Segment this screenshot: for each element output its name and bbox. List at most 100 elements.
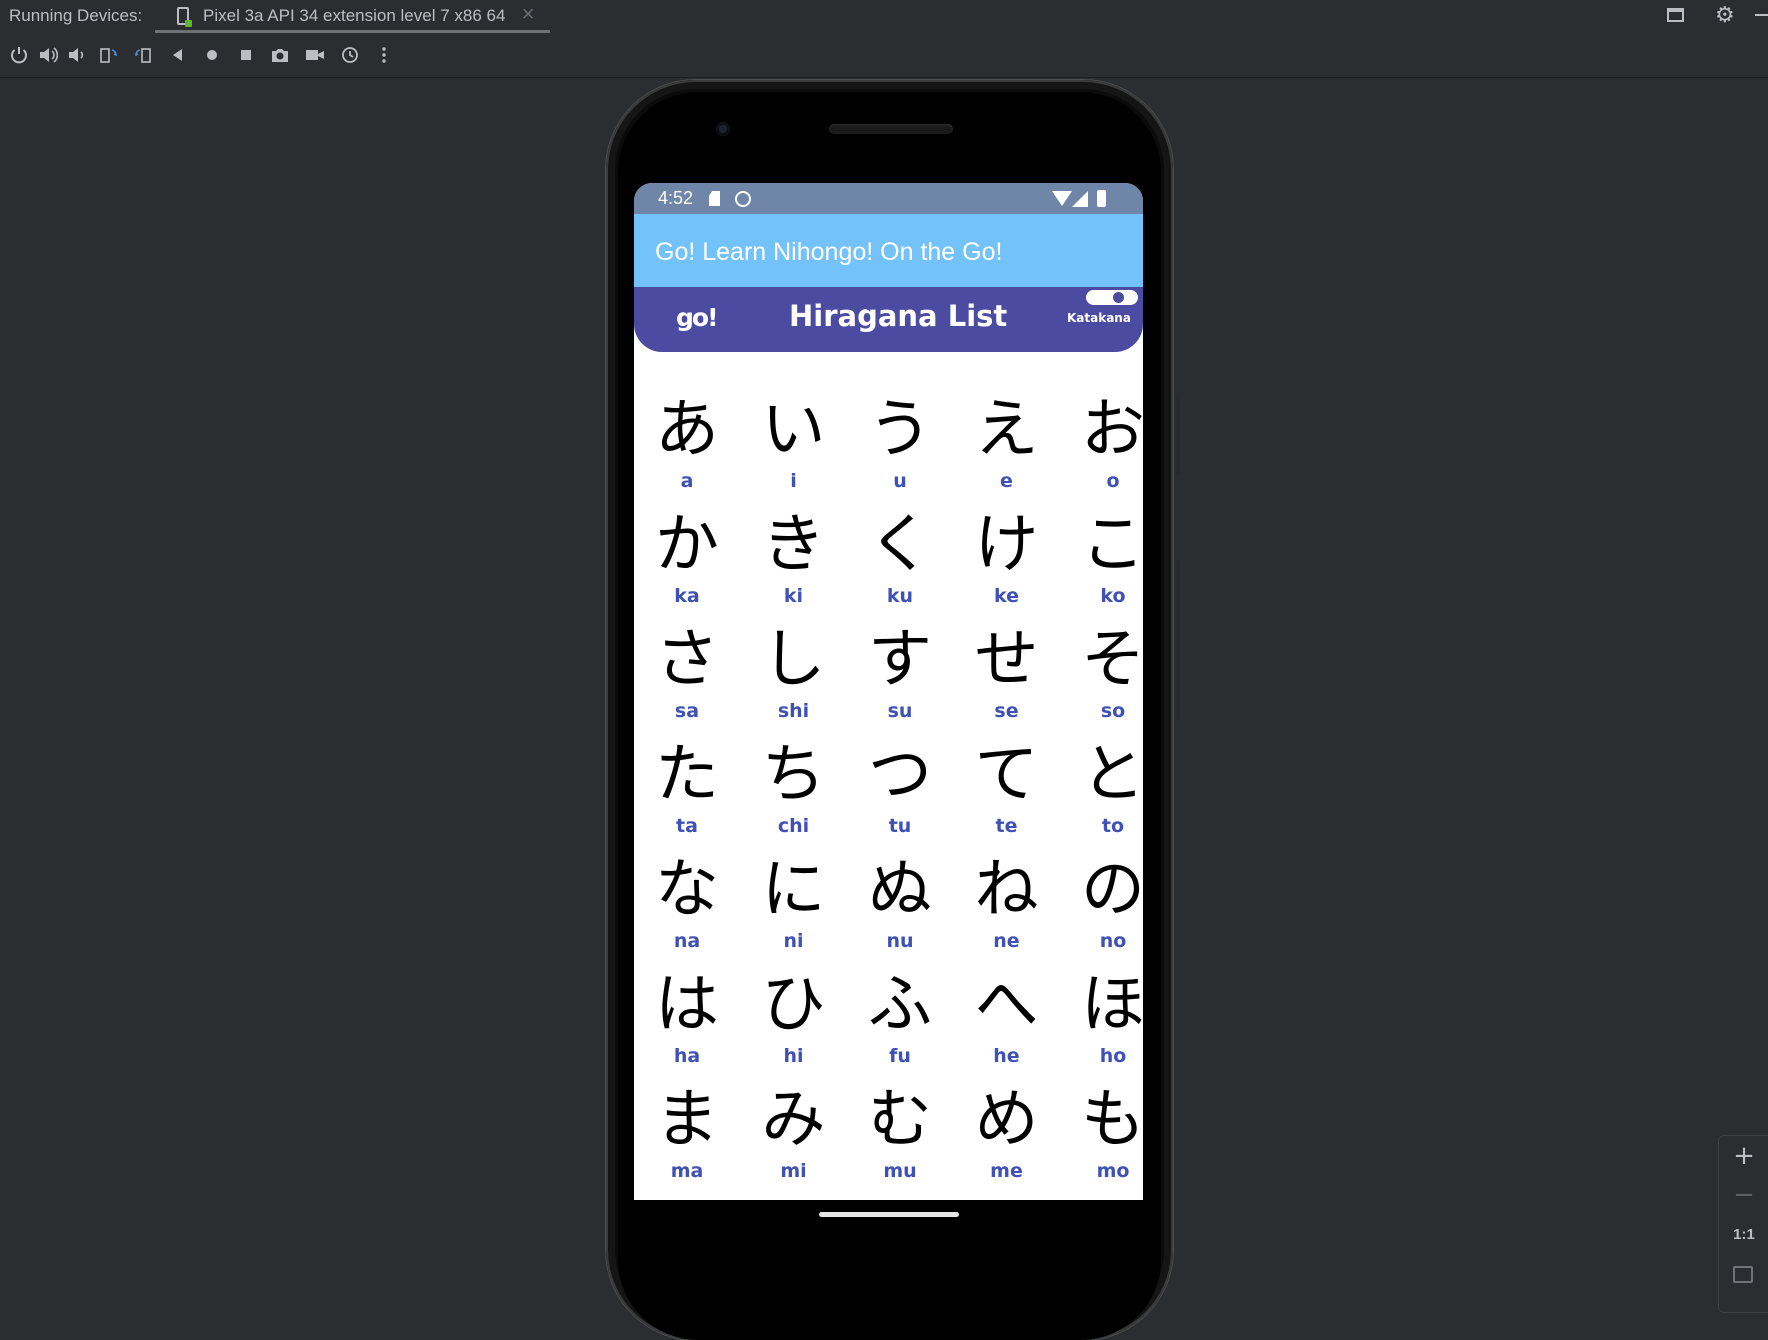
kana-character: ほ xyxy=(1081,968,1143,1042)
kana-cell[interactable]: えe xyxy=(954,390,1060,505)
kana-cell[interactable]: す su xyxy=(847,620,953,735)
kana-cell[interactable]: ま ma xyxy=(634,1080,740,1195)
kana-cell[interactable]: し shi xyxy=(741,620,847,735)
kana-cell[interactable]: な na xyxy=(634,850,740,965)
kana-cell[interactable]: は ha xyxy=(634,965,740,1080)
kana-character: う xyxy=(868,393,932,467)
snapshot-icon[interactable] xyxy=(338,43,362,67)
kana-character: ひ xyxy=(761,968,826,1042)
more-icon[interactable] xyxy=(372,43,396,67)
screen-record-icon[interactable] xyxy=(303,43,327,67)
kana-cell[interactable]: む mu xyxy=(847,1080,953,1195)
device-screen[interactable]: 4:52 Go! Learn Nihongo! On the Go! go! H… xyxy=(634,183,1143,1200)
kana-romaji: se xyxy=(994,700,1019,722)
zoom-in-button[interactable]: + xyxy=(1719,1138,1768,1174)
screenshot-icon[interactable] xyxy=(268,43,292,67)
kana-character: た xyxy=(655,738,719,812)
volume-up-icon[interactable] xyxy=(36,43,60,67)
kana-romaji: su xyxy=(887,700,913,722)
battery-icon xyxy=(1097,190,1106,207)
kana-row: あaいiうuえeおo xyxy=(634,390,1143,505)
kana-cell[interactable]: に ni xyxy=(741,850,847,965)
kana-cell[interactable]: か ka xyxy=(634,505,740,620)
zoom-fit-button[interactable] xyxy=(1719,1256,1768,1292)
overview-icon[interactable] xyxy=(234,43,258,67)
rotate-left-icon[interactable] xyxy=(97,43,121,67)
kana-cell[interactable]: ふ fu xyxy=(847,965,953,1080)
minimize-icon[interactable] xyxy=(1755,14,1768,16)
kana-cell[interactable]: あa xyxy=(634,390,740,505)
kana-character: す xyxy=(868,623,932,697)
kana-character: い xyxy=(761,393,826,467)
fit-screen-icon xyxy=(1733,1266,1753,1283)
katakana-toggle-label[interactable]: Katakana xyxy=(1067,311,1131,325)
kana-cell[interactable]: おo xyxy=(1060,390,1143,505)
kana-cell[interactable]: き ki xyxy=(741,505,847,620)
kana-character: せ xyxy=(974,623,1039,697)
app-bar: Go! Learn Nihongo! On the Go! xyxy=(634,214,1143,287)
kana-cell[interactable]: そ so xyxy=(1060,620,1143,735)
kana-row: さ sa し shi す su せ se そ so xyxy=(634,620,1143,735)
kana-cell[interactable]: ね ne xyxy=(954,850,1060,965)
kana-cell[interactable]: く ku xyxy=(847,505,953,620)
kana-cell[interactable]: み mi xyxy=(741,1080,847,1195)
kana-romaji: ho xyxy=(1099,1045,1127,1067)
kana-character: さ xyxy=(655,623,719,697)
power-button xyxy=(1176,560,1180,720)
kana-cell[interactable]: も mo xyxy=(1060,1080,1143,1195)
volume-down-icon[interactable] xyxy=(65,43,89,67)
kana-cell[interactable]: け ke xyxy=(954,505,1060,620)
kana-cell[interactable]: ほ ho xyxy=(1060,965,1143,1080)
front-camera xyxy=(716,122,730,136)
home-icon[interactable] xyxy=(200,43,224,67)
device-tab[interactable]: Pixel 3a API 34 extension level 7 x86 64… xyxy=(155,0,550,33)
wifi-icon xyxy=(1052,191,1072,206)
kana-row: は ha ひ hi ふ fu へ he ほ ho xyxy=(634,965,1143,1080)
kana-cell[interactable]: ひ hi xyxy=(741,965,847,1080)
kana-romaji: ki xyxy=(783,585,804,607)
kana-cell[interactable]: うu xyxy=(847,390,953,505)
kana-cell[interactable]: せ se xyxy=(954,620,1060,735)
kana-cell[interactable]: へ he xyxy=(954,965,1060,1080)
gear-icon[interactable]: ⚙ xyxy=(1715,3,1735,28)
kana-romaji: i xyxy=(790,470,797,492)
kana-cell[interactable]: て te xyxy=(954,735,1060,850)
kana-cell[interactable]: た ta xyxy=(634,735,740,850)
kana-cell[interactable]: こ ko xyxy=(1060,505,1143,620)
running-devices-label: Running Devices: xyxy=(9,6,143,25)
back-icon[interactable] xyxy=(166,43,190,67)
rotate-right-icon[interactable] xyxy=(131,43,155,67)
sync-icon xyxy=(735,191,751,207)
kana-cell[interactable]: ぬ nu xyxy=(847,850,953,965)
kana-romaji: u xyxy=(893,470,907,492)
kana-cell[interactable]: さ sa xyxy=(634,620,740,735)
gesture-home-bar[interactable] xyxy=(819,1212,959,1217)
kana-character: ま xyxy=(655,1083,719,1157)
close-tab-icon[interactable]: × xyxy=(521,4,535,24)
kana-character: む xyxy=(868,1083,932,1157)
kana-cell[interactable]: の no xyxy=(1060,850,1143,965)
zoom-out-button[interactable]: − xyxy=(1719,1177,1768,1213)
toggle-knob xyxy=(1113,292,1124,303)
kana-cell[interactable]: め me xyxy=(954,1080,1060,1195)
kana-cell[interactable]: ち chi xyxy=(741,735,847,850)
kana-romaji: shi xyxy=(777,700,810,722)
kana-cell[interactable]: いi xyxy=(741,390,847,505)
zoom-actual-size-button[interactable]: 1:1 xyxy=(1719,1217,1768,1253)
kana-romaji: na xyxy=(673,930,701,952)
kana-romaji: to xyxy=(1101,815,1125,837)
kana-romaji: ne xyxy=(993,930,1020,952)
kana-character: き xyxy=(761,508,826,582)
kana-romaji: ha xyxy=(673,1045,701,1067)
kana-character: ぬ xyxy=(868,853,932,927)
kana-romaji: ka xyxy=(674,585,700,607)
power-icon[interactable] xyxy=(7,43,31,67)
kana-romaji: me xyxy=(990,1160,1023,1182)
kana-character: え xyxy=(974,393,1039,467)
window-layout-icon[interactable] xyxy=(1667,8,1684,22)
katakana-toggle[interactable] xyxy=(1086,290,1138,305)
kana-row: な na に ni ぬ nu ね ne の no xyxy=(634,850,1143,965)
kana-cell[interactable]: と to xyxy=(1060,735,1143,850)
kana-cell[interactable]: つ tu xyxy=(847,735,953,850)
kana-character: て xyxy=(974,738,1039,812)
